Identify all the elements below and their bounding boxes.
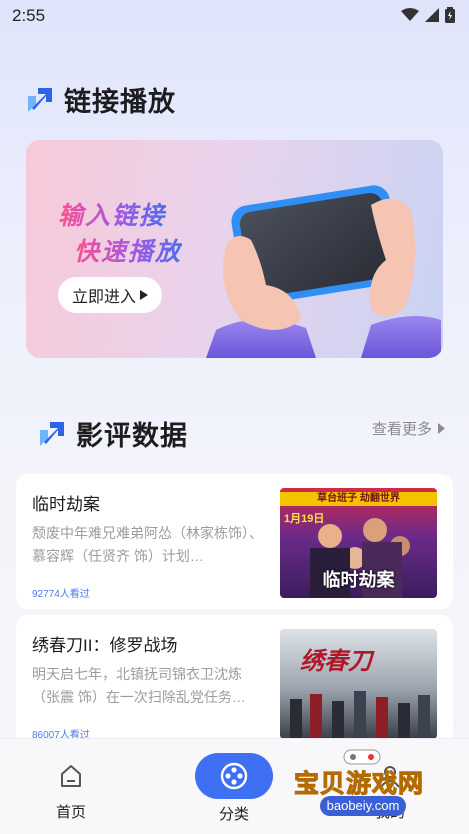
- review-section-title: 影评数据: [76, 421, 188, 451]
- link-play-banner[interactable]: 输入链接 快速播放 立即进入: [26, 140, 443, 358]
- review-card[interactable]: 绣春刀II：修罗战场 明天启七年，北镇抚司锦衣卫沈炼（张震 饰）在一次扫除乱党任…: [16, 615, 453, 750]
- arrow-logo-icon: [40, 421, 64, 446]
- link-section-header: 链接播放: [26, 80, 176, 119]
- movie-poster: 草台班子 劫翻世界 1月19日 临时劫案: [280, 488, 437, 598]
- signal-icon: [425, 8, 439, 22]
- link-section-title: 链接播放: [64, 87, 176, 117]
- poster-top-banner: 草台班子 劫翻世界: [280, 492, 437, 506]
- status-icons: [401, 7, 455, 23]
- review-card[interactable]: 临时劫案 颓废中年难兄难弟阿怂（林家栋饰）、慕容辉（任贤齐 饰）计划… 9277…: [16, 474, 453, 609]
- tab-category[interactable]: 分类: [195, 753, 273, 824]
- enter-button[interactable]: 立即进入: [58, 277, 162, 313]
- see-more-label: 查看更多: [371, 421, 432, 438]
- arrow-logo-icon: [28, 87, 52, 112]
- enter-button-label: 立即进入: [71, 289, 136, 306]
- status-bar: 2:55: [0, 0, 469, 32]
- status-time: 2:55: [12, 6, 46, 25]
- chevron-right-icon: [438, 423, 445, 434]
- home-icon: [61, 765, 81, 787]
- movie-poster: 绣春刀: [280, 629, 437, 739]
- watermark-text: 宝贝游戏网: [293, 770, 425, 799]
- review-title: 绣春刀II：修罗战场: [32, 636, 178, 655]
- wifi-icon: [401, 8, 419, 21]
- review-desc: 明天启七年，北镇抚司锦衣卫沈炼（张震 饰）在一次扫除乱党任务…: [32, 666, 246, 705]
- banner-line-1: 输入链接: [58, 196, 166, 232]
- review-desc: 颓废中年难兄难弟阿怂（林家栋饰）、慕容辉（任贤齐 饰）计划…: [32, 525, 263, 564]
- poster-caption: 绣春刀: [300, 648, 372, 675]
- gamepad-icon: [343, 749, 381, 765]
- banner-line-2: 快速播放: [74, 232, 182, 268]
- watermark-url: baobeiy.com: [320, 796, 406, 816]
- tab-active-pill: [195, 753, 273, 799]
- tab-category-label: 分类: [218, 806, 249, 823]
- tab-home[interactable]: 首页: [56, 763, 86, 822]
- review-title: 临时劫案: [32, 495, 100, 514]
- phone-hands-illustration: [206, 185, 441, 358]
- battery-icon: [445, 7, 455, 23]
- see-more-link[interactable]: 查看更多: [372, 418, 445, 439]
- poster-caption: 临时劫案: [322, 570, 395, 590]
- play-triangle-icon: [140, 290, 148, 300]
- review-views: 92774人看过: [32, 589, 90, 600]
- review-section-header: 影评数据: [38, 414, 188, 453]
- watermark-logo: 宝贝游戏网 baobeiy.com: [290, 749, 440, 828]
- tab-home-label: 首页: [56, 804, 87, 821]
- poster-figures: [290, 691, 430, 739]
- film-reel-icon: [220, 762, 248, 790]
